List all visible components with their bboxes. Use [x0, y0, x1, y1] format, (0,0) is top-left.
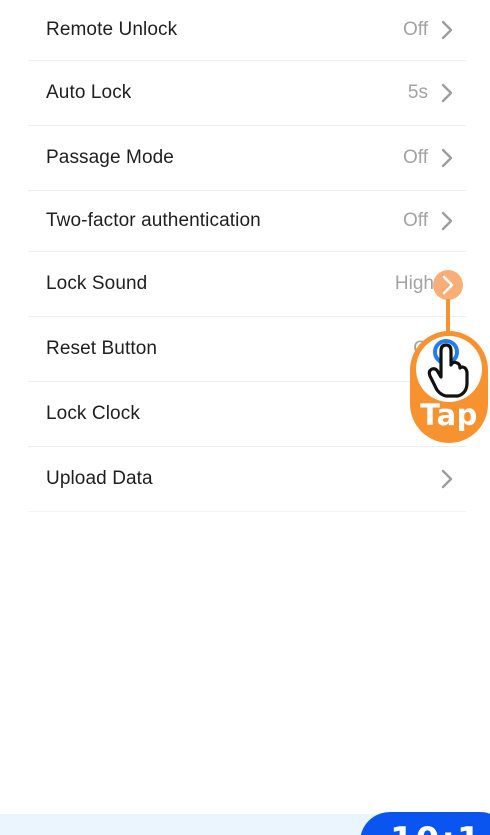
- upload-data-row[interactable]: Upload Data: [28, 447, 466, 512]
- lock-settings-screen: Remote Unlock Off Auto Lock 5s Passage M…: [0, 0, 490, 835]
- two-factor-row[interactable]: Two-factor authentication Off: [28, 191, 466, 252]
- chevron-right-icon: [436, 19, 458, 41]
- time-badge: 10:1: [360, 812, 490, 835]
- reset-button-row[interactable]: Reset Button O: [28, 317, 466, 382]
- upload-data-label: Upload Data: [46, 468, 153, 489]
- passage-mode-value: Off: [403, 147, 428, 168]
- lock-clock-row[interactable]: Lock Clock: [28, 382, 466, 447]
- chevron-right-icon: [436, 468, 458, 490]
- passage-mode-row[interactable]: Passage Mode Off: [28, 126, 466, 191]
- chevron-right-icon: [436, 273, 458, 295]
- chevron-right-icon: [436, 82, 458, 104]
- time-badge-text: 10:1: [390, 820, 483, 835]
- settings-list: Remote Unlock Off Auto Lock 5s Passage M…: [28, 0, 466, 512]
- passage-mode-label: Passage Mode: [46, 147, 174, 168]
- reset-button-label: Reset Button: [46, 338, 158, 359]
- lock-sound-value: High: [394, 273, 434, 294]
- reset-button-value: O: [413, 338, 428, 359]
- remote-unlock-label: Remote Unlock: [46, 19, 178, 40]
- lock-clock-label: Lock Clock: [46, 403, 140, 424]
- two-factor-value: Off: [403, 210, 428, 231]
- lock-sound-row[interactable]: Lock Sound High: [28, 252, 466, 317]
- remote-unlock-value: Off: [403, 19, 428, 40]
- auto-lock-row[interactable]: Auto Lock 5s: [28, 61, 466, 126]
- remote-unlock-row[interactable]: Remote Unlock Off: [28, 0, 466, 61]
- lock-sound-label: Lock Sound: [46, 273, 148, 294]
- auto-lock-label: Auto Lock: [46, 82, 132, 103]
- chevron-right-icon: [436, 210, 458, 232]
- auto-lock-value: 5s: [407, 82, 428, 103]
- chevron-right-icon: [436, 147, 458, 169]
- two-factor-label: Two-factor authentication: [46, 210, 261, 231]
